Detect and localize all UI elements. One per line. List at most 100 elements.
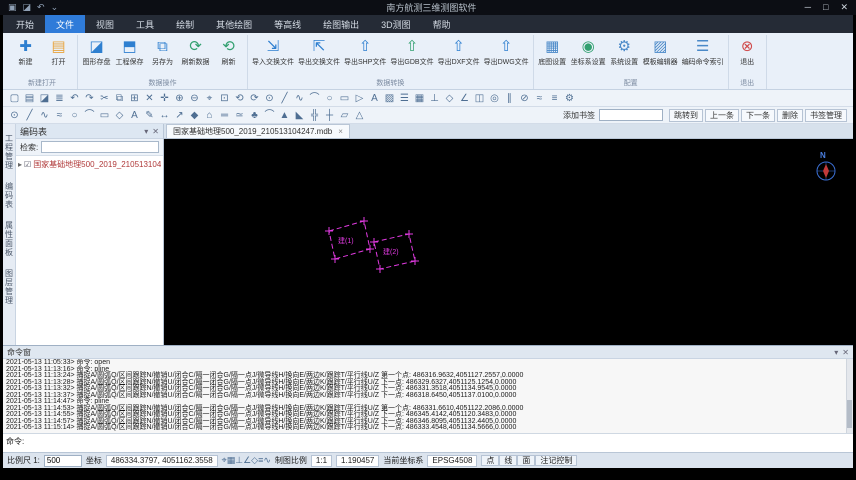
road-icon[interactable]: ═ bbox=[217, 108, 232, 123]
tree-checkbox[interactable]: ☑ bbox=[24, 160, 31, 169]
slope-icon[interactable]: ◣ bbox=[292, 108, 307, 123]
bookmark-button[interactable]: 跳转到 bbox=[669, 109, 703, 122]
search-input[interactable] bbox=[41, 141, 159, 153]
bookmark-button[interactable]: 下一条 bbox=[741, 109, 775, 122]
ribbon-button[interactable]: ▨模板编辑器 bbox=[641, 35, 680, 67]
map-canvas[interactable]: 建(1)建(2) N bbox=[164, 139, 853, 345]
side-tab[interactable]: 属性面板 bbox=[4, 221, 15, 257]
symbol-icon[interactable]: ◆ bbox=[187, 108, 202, 123]
offset-icon[interactable]: ∥ bbox=[502, 91, 517, 106]
ribbon-button[interactable]: ⇧导出SHP文件 bbox=[342, 35, 388, 67]
draw-polygon-icon[interactable]: ◇ bbox=[112, 108, 127, 123]
bookmark-input[interactable] bbox=[599, 109, 663, 121]
menu-tab[interactable]: 文件 bbox=[45, 15, 85, 33]
menu-tab[interactable]: 其他绘图 bbox=[205, 15, 263, 33]
water-icon[interactable]: ≃ bbox=[232, 108, 247, 123]
menu-tab[interactable]: 开始 bbox=[5, 15, 45, 33]
draw-polyline-icon[interactable]: ∿ bbox=[37, 108, 52, 123]
leader-icon[interactable]: ↗ bbox=[172, 108, 187, 123]
ribbon-button[interactable]: ◉坐标系设置 bbox=[569, 35, 608, 67]
status-toggle[interactable]: 注记控制 bbox=[535, 455, 577, 466]
fence-icon[interactable]: ╬ bbox=[307, 108, 322, 123]
quick-access-chevron-icon[interactable]: ⌄ bbox=[51, 2, 59, 13]
rectangle-icon[interactable]: ▭ bbox=[337, 91, 352, 106]
minimize-button[interactable]: ─ bbox=[805, 2, 811, 13]
ribbon-button[interactable]: ⬒工程保存 bbox=[113, 35, 146, 67]
zoom-window-icon[interactable]: ⊡ bbox=[217, 91, 232, 106]
ribbon-button[interactable]: ✚新建 bbox=[9, 35, 42, 67]
ribbon-button[interactable]: ⇧导出GDB文件 bbox=[388, 35, 435, 67]
draw-point-icon[interactable]: ⊙ bbox=[7, 108, 22, 123]
dimension-icon[interactable]: ↔ bbox=[157, 108, 172, 123]
ribbon-button[interactable]: ⇱导出交换文件 bbox=[296, 35, 342, 67]
control-point-icon[interactable]: △ bbox=[352, 108, 367, 123]
save-quick-icon[interactable]: ◪ bbox=[23, 2, 32, 13]
rotate-icon[interactable]: ◎ bbox=[487, 91, 502, 106]
panel-close-icon[interactable]: ✕ bbox=[152, 127, 159, 136]
ribbon-button[interactable]: ⇧导出DWG文件 bbox=[482, 35, 531, 67]
pipeline-icon[interactable]: ┼ bbox=[322, 108, 337, 123]
draw-arc-icon[interactable]: ⌒ bbox=[82, 108, 97, 123]
side-tab[interactable]: 图层管理 bbox=[4, 269, 15, 305]
circle-icon[interactable]: ○ bbox=[322, 91, 337, 106]
draw-circle-icon[interactable]: ○ bbox=[67, 108, 82, 123]
compass-icon[interactable]: N bbox=[811, 149, 841, 185]
hatch-icon[interactable]: ▨ bbox=[382, 91, 397, 106]
ortho-status-icon[interactable]: ⊥ bbox=[235, 455, 243, 465]
polyline-icon[interactable]: ∿ bbox=[292, 91, 307, 106]
measure-icon[interactable]: ∠ bbox=[457, 91, 472, 106]
scrollbar-thumb[interactable] bbox=[847, 400, 852, 428]
bookmark-button[interactable]: 删除 bbox=[777, 109, 803, 122]
draw-rect-icon[interactable]: ▭ bbox=[97, 108, 112, 123]
ribbon-button[interactable]: ⇲导入交换文件 bbox=[250, 35, 296, 67]
draw-curve-icon[interactable]: ≈ bbox=[52, 108, 67, 123]
menu-tab[interactable]: 绘制 bbox=[165, 15, 205, 33]
open-icon[interactable]: ▤ bbox=[22, 91, 37, 106]
side-tab[interactable]: 工程管理 bbox=[4, 134, 15, 170]
snap-icon[interactable]: ◇ bbox=[442, 91, 457, 106]
paste-icon[interactable]: ⊞ bbox=[127, 91, 142, 106]
ribbon-button[interactable]: ⇧导出DXF文件 bbox=[436, 35, 482, 67]
polygon-icon[interactable]: ▷ bbox=[352, 91, 367, 106]
ribbon-button[interactable]: ▤打开 bbox=[42, 35, 75, 67]
text-icon[interactable]: A bbox=[367, 91, 382, 106]
scale-input[interactable] bbox=[44, 455, 82, 467]
grid-status-icon[interactable]: ▦ bbox=[227, 455, 236, 465]
panel-pin-icon[interactable]: ▾ bbox=[834, 348, 838, 357]
layers-icon[interactable]: ☰ bbox=[397, 91, 412, 106]
menu-tab[interactable]: 视图 bbox=[85, 15, 125, 33]
mirror-icon[interactable]: ◫ bbox=[472, 91, 487, 106]
side-tab[interactable]: 编码表 bbox=[4, 182, 15, 209]
ribbon-button[interactable]: ⟲刷新 bbox=[212, 35, 245, 67]
zoom-previous-icon[interactable]: ⟲ bbox=[232, 91, 247, 106]
zoom-out-icon[interactable]: ⊖ bbox=[187, 91, 202, 106]
zoom-in-icon[interactable]: ⊕ bbox=[172, 91, 187, 106]
join-icon[interactable]: ≈ bbox=[532, 91, 547, 106]
draw-text-icon[interactable]: A bbox=[127, 108, 142, 123]
ribbon-button[interactable]: ⧉另存为 bbox=[146, 35, 179, 67]
cut-icon[interactable]: ✂ bbox=[97, 91, 112, 106]
undo-icon[interactable]: ↶ bbox=[67, 91, 82, 106]
panel-close-icon[interactable]: ✕ bbox=[842, 348, 849, 357]
elevation-icon[interactable]: ▲ bbox=[277, 108, 292, 123]
annotate-icon[interactable]: ✎ bbox=[142, 108, 157, 123]
status-toggle[interactable]: 线 bbox=[499, 455, 517, 466]
command-log-scrollbar[interactable] bbox=[846, 359, 853, 433]
copy-icon[interactable]: ⧉ bbox=[112, 91, 127, 106]
ribbon-button[interactable]: ⊗退出 bbox=[731, 35, 764, 67]
bookmark-button[interactable]: 书签管理 bbox=[805, 109, 847, 122]
contour-icon[interactable]: ⌒ bbox=[262, 108, 277, 123]
arc-icon[interactable]: ⌒ bbox=[307, 91, 322, 106]
status-toggle[interactable]: 面 bbox=[517, 455, 535, 466]
lineweight-status-icon[interactable]: ∿ bbox=[263, 455, 271, 465]
ribbon-button[interactable]: ⟳刷新数据 bbox=[179, 35, 212, 67]
point-icon[interactable]: ⊙ bbox=[262, 91, 277, 106]
trim-icon[interactable]: ⊘ bbox=[517, 91, 532, 106]
ribbon-button[interactable]: ⚙系统设置 bbox=[608, 35, 641, 67]
tree-expand-icon[interactable]: ▸ bbox=[18, 160, 22, 169]
print-icon[interactable]: ≣ bbox=[52, 91, 67, 106]
ortho-icon[interactable]: ⊥ bbox=[427, 91, 442, 106]
refresh-view-icon[interactable]: ⟳ bbox=[247, 91, 262, 106]
grid-icon[interactable]: ▦ bbox=[412, 91, 427, 106]
save-icon[interactable]: ◪ bbox=[37, 91, 52, 106]
